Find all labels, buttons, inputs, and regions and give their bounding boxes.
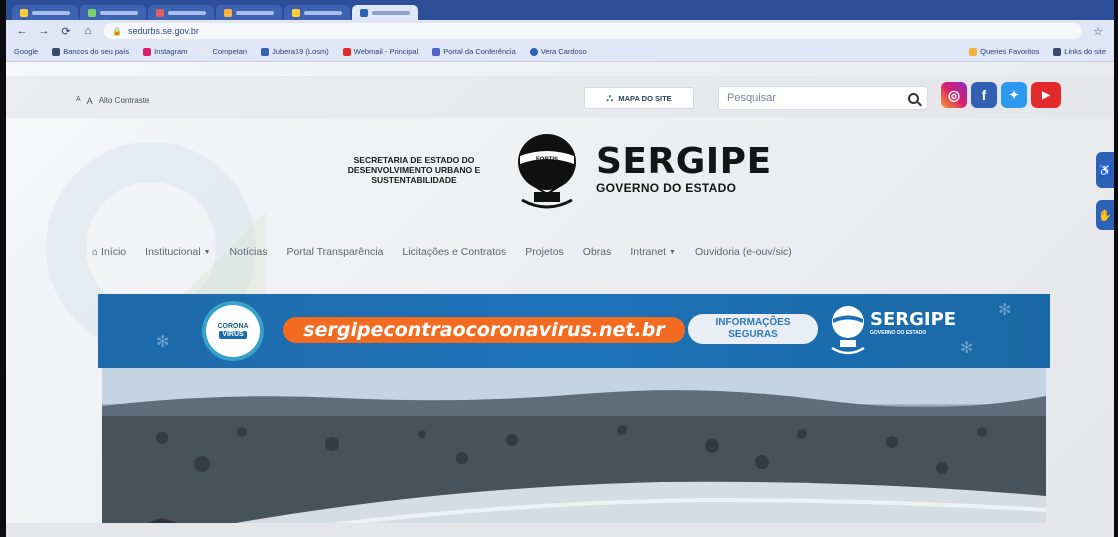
- social-links: ◎ f ✦ ▶: [941, 82, 1061, 108]
- youtube-icon[interactable]: ▶: [1031, 82, 1061, 108]
- reload-icon[interactable]: ⟳: [60, 25, 72, 38]
- snowflake-icon: ✻: [998, 302, 1012, 319]
- bookmark-item[interactable]: Queries Favoritos: [969, 47, 1039, 56]
- menu-item-projetos[interactable]: Projetos: [525, 246, 564, 258]
- banner-brand: SERGIPE GOVERNO DO ESTADO: [870, 309, 957, 337]
- coronavirus-badge: CORONA VIRUS: [202, 301, 264, 361]
- instagram-icon[interactable]: ◎: [941, 82, 967, 108]
- menu-item-ouvidoria[interactable]: Ouvidoria (e-ouv/sic): [695, 246, 792, 258]
- browser-tab-active[interactable]: [352, 5, 418, 20]
- banner-url[interactable]: sergipecontraocoronavirus.net.br: [283, 317, 685, 343]
- bookmark-item[interactable]: Links do site: [1053, 47, 1106, 56]
- accessibility-controls: A A Alto Contraste: [76, 96, 149, 106]
- menu-item-transparencia[interactable]: Portal Transparência: [286, 246, 383, 258]
- browser-tab-strip: [6, 0, 1114, 20]
- search-input[interactable]: Pesquisar: [718, 86, 928, 110]
- website-page: A A Alto Contraste ⛬ MAPA DO SITE Pesqui…: [6, 62, 1114, 537]
- menu-item-licitacoes[interactable]: Licitações e Contratos: [402, 246, 506, 258]
- brand-block: SERGIPE GOVERNO DO ESTADO: [596, 141, 772, 196]
- search-icon[interactable]: [908, 92, 919, 104]
- browser-tab[interactable]: [148, 5, 214, 20]
- menu-item-noticias[interactable]: Notícias: [230, 246, 268, 258]
- bookmark-item[interactable]: Jubera19 (Losm): [261, 47, 329, 56]
- bookmarks-bar: Google Bancos do seu país Instagram Comp…: [6, 42, 1114, 62]
- vlibras-side-icon[interactable]: ✋: [1096, 200, 1114, 230]
- menu-item-obras[interactable]: Obras: [583, 246, 612, 258]
- monitor-screen: ← → ⟳ ⌂ 🔒 sedurbs.se.gov.br ☆ Google Ban…: [6, 0, 1114, 537]
- snowflake-icon: ✻: [960, 340, 974, 357]
- landscape-image: [102, 368, 1046, 537]
- state-coat-of-arms-logo[interactable]: FORTIS: [514, 132, 580, 212]
- browser-tab[interactable]: [284, 5, 350, 20]
- chevron-down-icon: ▼: [203, 248, 211, 256]
- balloon-label: FORTIS: [536, 157, 558, 163]
- coronavirus-banner[interactable]: ✻ ✻ ✻ CORONA VIRUS sergipecontraocoronav…: [98, 294, 1050, 368]
- sitemap-button[interactable]: ⛬ MAPA DO SITE: [584, 87, 694, 109]
- browser-tab[interactable]: [80, 5, 146, 20]
- info-pill: INFORMAÇÕES SEGURAS: [688, 314, 818, 344]
- menu-item-institucional[interactable]: Institucional ▼: [145, 246, 210, 258]
- back-arrow-icon[interactable]: ←: [16, 25, 28, 37]
- forward-arrow-icon[interactable]: →: [38, 25, 50, 37]
- sitemap-icon: ⛬: [606, 92, 614, 104]
- star-icon[interactable]: ☆: [1092, 25, 1104, 38]
- font-decrease-button[interactable]: A: [76, 96, 81, 106]
- address-url: sedurbs.se.gov.br: [127, 26, 199, 36]
- twitter-icon[interactable]: ✦: [1001, 82, 1027, 108]
- bookmark-item[interactable]: Webmail - Principal: [342, 47, 418, 56]
- browser-tab[interactable]: [216, 5, 282, 20]
- search-placeholder: Pesquisar: [727, 92, 776, 104]
- bookmark-item[interactable]: Vera Cardoso: [529, 47, 587, 56]
- brand-subtitle: GOVERNO DO ESTADO: [596, 181, 737, 195]
- snowflake-icon: ✻: [156, 334, 170, 351]
- brand-title: SERGIPE: [596, 141, 772, 182]
- bookmark-item[interactable]: Google: [14, 47, 38, 56]
- main-menu: ⌂ Início Institucional ▼ Notícias Portal T…: [92, 246, 792, 258]
- accessibility-side-icon[interactable]: ♿: [1096, 152, 1114, 188]
- bookmark-item[interactable]: Portal da Conferência: [432, 47, 516, 56]
- hero-landscape-photo[interactable]: [102, 368, 1046, 537]
- browser-toolbar: ← → ⟳ ⌂ 🔒 sedurbs.se.gov.br ☆: [6, 20, 1114, 42]
- high-contrast-button[interactable]: Alto Contraste: [99, 96, 150, 106]
- lock-icon: 🔒: [112, 26, 122, 36]
- page-bottom-strip: [6, 523, 1114, 537]
- home-icon[interactable]: ⌂: [82, 25, 94, 37]
- sitemap-label: MAPA DO SITE: [618, 93, 672, 103]
- bookmark-item[interactable]: Instagram: [143, 47, 187, 56]
- chevron-down-icon: ▼: [669, 248, 676, 256]
- bookmark-item[interactable]: Bancos do seu país: [52, 47, 129, 56]
- secretaria-name: SECRETARIA DE ESTADO DO DESENVOLVIMENTO …: [347, 155, 481, 185]
- bookmark-item[interactable]: Competan: [201, 47, 247, 56]
- font-increase-button[interactable]: A: [87, 96, 93, 106]
- facebook-icon[interactable]: f: [971, 82, 997, 108]
- address-bar[interactable]: 🔒 sedurbs.se.gov.br: [104, 23, 1082, 39]
- browser-tab[interactable]: [12, 5, 78, 20]
- menu-item-intranet[interactable]: Intranet ▼: [630, 246, 676, 258]
- menu-item-home[interactable]: ⌂ Início: [92, 246, 126, 258]
- home-icon: ⌂: [92, 246, 99, 258]
- banner-state-logo: [831, 306, 865, 355]
